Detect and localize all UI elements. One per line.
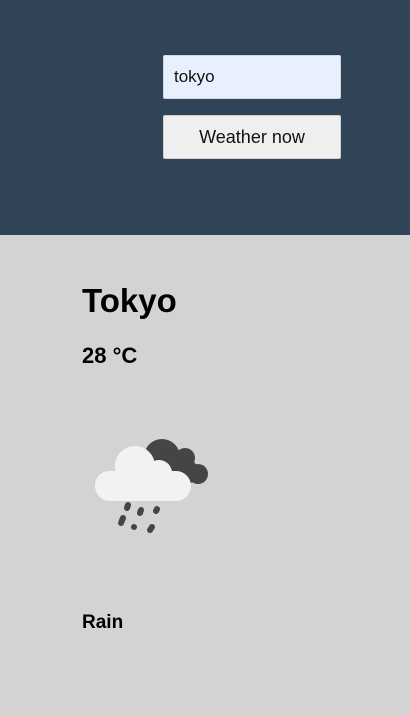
weather-condition: Rain bbox=[82, 612, 124, 633]
city-input[interactable] bbox=[163, 55, 341, 99]
rain-drops bbox=[118, 502, 160, 533]
rain-cloud-icon bbox=[95, 439, 208, 533]
city-name: Tokyo bbox=[82, 282, 177, 319]
temperature: 28 °C bbox=[82, 343, 138, 368]
weather-now-button[interactable]: Weather now bbox=[163, 115, 341, 159]
weather-panel: Tokyo 28 °C Rain bbox=[0, 235, 410, 716]
search-header: Weather now bbox=[0, 0, 410, 235]
